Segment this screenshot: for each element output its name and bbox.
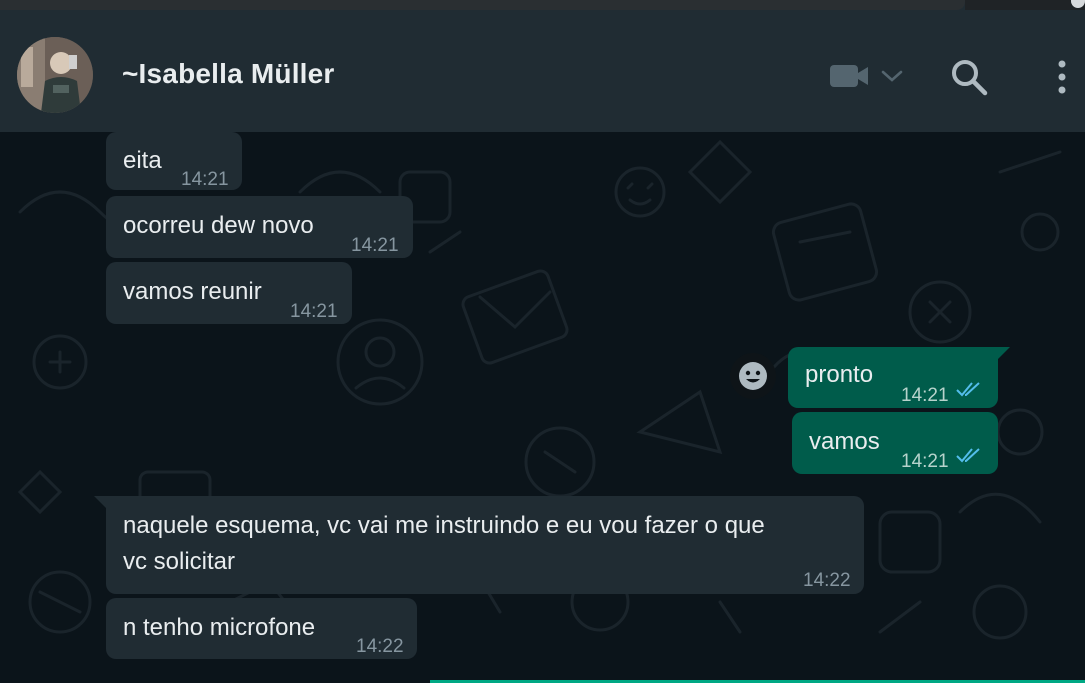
- bubble-tail-icon: [996, 347, 1010, 361]
- contact-name[interactable]: ~Isabella Müller: [122, 58, 335, 90]
- incoming-message[interactable]: vamos reunir 14:21: [106, 262, 352, 324]
- read-ticks-icon: [956, 448, 980, 463]
- message-list[interactable]: eita 14:21 ocorreu dew novo 14:21 vamos …: [0, 132, 1085, 683]
- chat-header[interactable]: ~Isabella Müller: [0, 20, 1085, 132]
- read-ticks-icon: [956, 382, 980, 397]
- outgoing-message[interactable]: pronto 14:21: [788, 347, 998, 408]
- outgoing-message[interactable]: vamos 14:21: [792, 412, 998, 474]
- message-text: ocorreu dew novo: [123, 212, 314, 239]
- message-time: 14:21: [351, 235, 399, 256]
- emoji-reaction-button[interactable]: [730, 353, 776, 399]
- message-text: eita: [123, 147, 162, 174]
- chevron-down-icon[interactable]: [880, 68, 904, 84]
- incoming-message[interactable]: ocorreu dew novo 14:21: [106, 196, 413, 258]
- more-vertical-icon[interactable]: [1052, 58, 1072, 96]
- message-text: vamos reunir: [123, 278, 262, 305]
- incoming-message[interactable]: n tenho microfone 14:22: [106, 598, 417, 659]
- message-text: vamos: [809, 428, 880, 455]
- message-time: 14:22: [803, 570, 851, 591]
- browser-bar: [0, 0, 965, 10]
- message-time: 14:21: [901, 451, 949, 472]
- browser-top-strip: [0, 0, 1085, 20]
- search-icon[interactable]: [950, 58, 988, 96]
- message-text: n tenho microfone: [123, 614, 316, 641]
- incoming-message[interactable]: naquele esquema, vc vai me instruindo e …: [106, 496, 864, 594]
- video-camera-icon[interactable]: [830, 64, 870, 88]
- message-text-line1: naquele esquema, vc vai me instruindo e …: [123, 512, 765, 539]
- incoming-message[interactable]: eita 14:21: [106, 132, 242, 190]
- avatar-photo-icon: [17, 37, 93, 113]
- message-text: pronto: [805, 361, 874, 388]
- message-time: 14:22: [356, 636, 404, 657]
- smiley-icon: [739, 362, 767, 390]
- message-time: 14:21: [901, 385, 949, 406]
- message-time: 14:21: [181, 169, 229, 190]
- message-time: 14:21: [290, 301, 338, 322]
- browser-bar-right: [965, 0, 1085, 10]
- avatar[interactable]: [17, 37, 93, 113]
- message-text-line2: vc solicitar: [123, 548, 236, 575]
